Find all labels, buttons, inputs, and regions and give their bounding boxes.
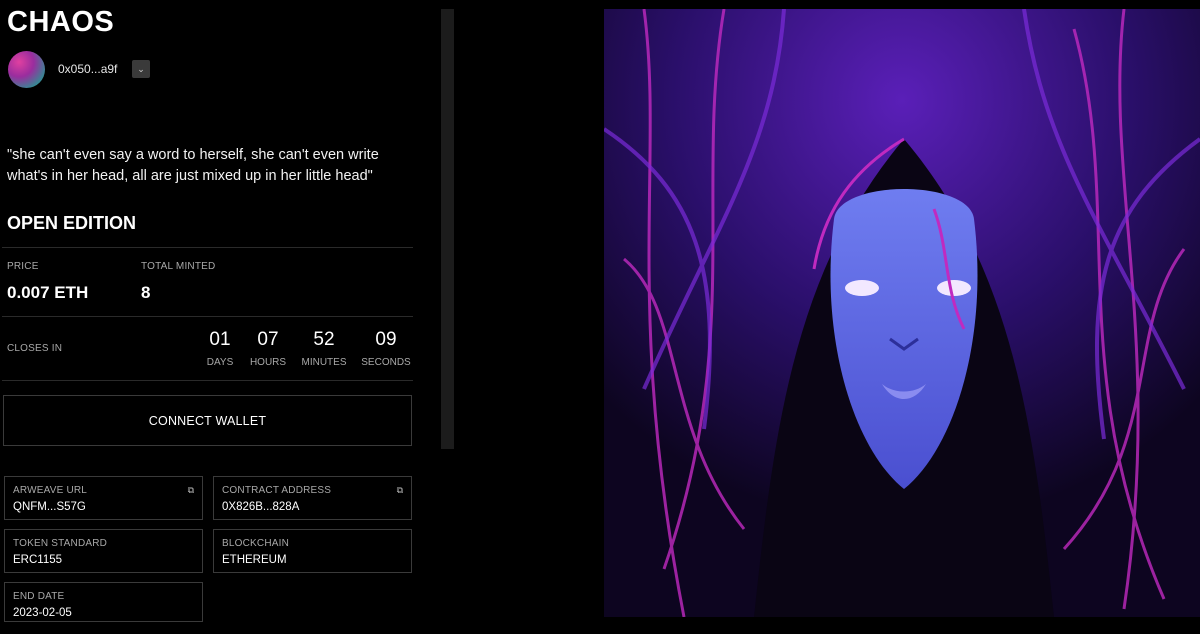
end-date-label: END DATE bbox=[13, 591, 65, 602]
blockchain-label: BLOCKCHAIN bbox=[222, 538, 290, 549]
creator-address[interactable]: 0x050...a9f bbox=[58, 62, 117, 76]
arweave-url-card[interactable]: ARWEAVE URL ⧉ QNFM...S57G bbox=[4, 476, 203, 520]
token-standard-card: TOKEN STANDARD ERC1155 bbox=[4, 529, 203, 573]
price-label: PRICE bbox=[7, 261, 39, 272]
external-link-icon[interactable]: ⧉ bbox=[188, 485, 194, 496]
edition-type: OPEN EDITION bbox=[7, 213, 137, 233]
closes-in-label: CLOSES IN bbox=[7, 343, 63, 354]
countdown-hours: 07 HOURS bbox=[248, 329, 288, 368]
contract-address-value[interactable]: 0X826B...828A bbox=[222, 501, 299, 513]
arweave-url-value[interactable]: QNFM...S57G bbox=[13, 501, 86, 513]
total-minted-value: 8 bbox=[141, 283, 151, 302]
token-standard-value: ERC1155 bbox=[13, 554, 63, 566]
countdown-minutes-value: 52 bbox=[313, 329, 335, 350]
blockchain-value: ETHEREUM bbox=[222, 554, 287, 566]
countdown-seconds: 09 SECONDS bbox=[360, 329, 412, 368]
connect-wallet-button[interactable]: CONNECT WALLET bbox=[3, 395, 412, 446]
description: "she can't even say a word to herself, s… bbox=[7, 147, 379, 184]
contract-address-label: CONTRACT ADDRESS bbox=[222, 485, 332, 496]
artwork-image bbox=[604, 9, 1200, 617]
creator-avatar[interactable] bbox=[8, 51, 45, 88]
divider bbox=[2, 380, 413, 381]
end-date-value: 2023-02-05 bbox=[13, 607, 72, 619]
divider bbox=[2, 247, 413, 248]
countdown-minutes: 52 MINUTES bbox=[300, 329, 348, 368]
artwork-illustration bbox=[604, 9, 1200, 617]
page-title: CHAOS bbox=[7, 6, 115, 38]
countdown-hours-label: HOURS bbox=[249, 357, 287, 368]
countdown-days-label: DAYS bbox=[206, 357, 234, 368]
total-minted-label: TOTAL MINTED bbox=[141, 261, 216, 272]
token-standard-label: TOKEN STANDARD bbox=[13, 538, 108, 549]
countdown-days-value: 01 bbox=[209, 329, 231, 350]
chevron-down-icon[interactable]: ⌄ bbox=[132, 60, 150, 78]
external-link-icon[interactable]: ⧉ bbox=[397, 485, 403, 496]
divider bbox=[2, 316, 413, 317]
price-value: 0.007 ETH bbox=[7, 283, 89, 302]
end-date-card: END DATE 2023-02-05 bbox=[4, 582, 203, 622]
countdown-hours-value: 07 bbox=[257, 329, 279, 350]
countdown-seconds-value: 09 bbox=[375, 329, 397, 350]
blockchain-card: BLOCKCHAIN ETHEREUM bbox=[213, 529, 412, 573]
arweave-url-label: ARWEAVE URL bbox=[13, 485, 88, 496]
countdown-seconds-label: SECONDS bbox=[361, 357, 411, 368]
scrollbar[interactable] bbox=[441, 9, 454, 449]
countdown-days: 01 DAYS bbox=[204, 329, 236, 368]
contract-address-card[interactable]: CONTRACT ADDRESS ⧉ 0X826B...828A bbox=[213, 476, 412, 520]
countdown-minutes-label: MINUTES bbox=[301, 357, 347, 368]
left-panel: CHAOS 0x050...a9f ⌄ "she can't even say … bbox=[0, 0, 420, 634]
